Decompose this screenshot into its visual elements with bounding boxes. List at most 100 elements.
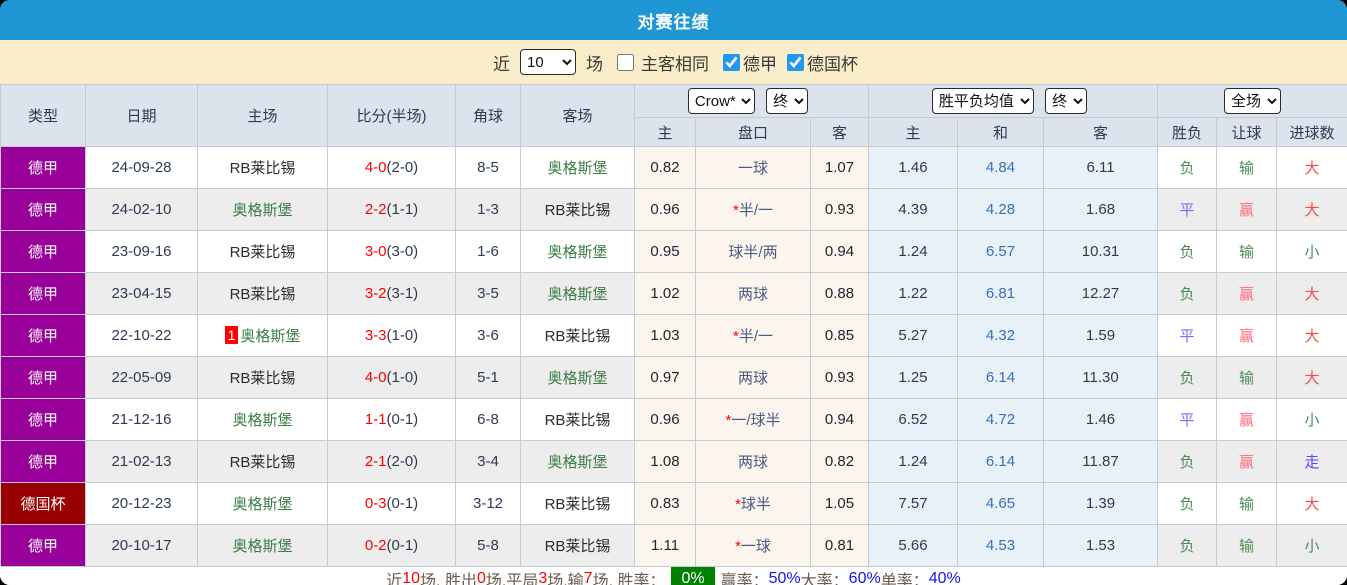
table-row: 德甲 23-09-16 RB莱比锡 3-0(3-0) 1-6 奥格斯堡 0.95… (0, 230, 1347, 273)
summary-footer: 近 10 场, 胜出 0 场,平局 3 场,输 7 场, 胜率： 0% 赢率： 50… (0, 567, 1347, 585)
handicap-line: 球半/两 (695, 230, 811, 273)
away-team: RB莱比锡 (520, 188, 635, 231)
summary-text: 赢率： (720, 573, 769, 585)
col-header-corner: 角球 (455, 84, 521, 147)
odds-home: 0.96 (634, 188, 696, 231)
spread-result-cell: 输 (1216, 230, 1278, 273)
handicap-text: 一球 (740, 538, 771, 555)
score-cell: 2-2(1-1) (327, 188, 456, 231)
fulltime-score: 0-2 (364, 537, 387, 554)
score-cell: 3-0(3-0) (327, 230, 456, 273)
spread-result-cell: 赢 (1216, 272, 1278, 315)
avg-home-odds: 1.24 (868, 440, 959, 483)
sub-header-odds-home: 主 (634, 117, 696, 147)
halftime-score: (3-0) (386, 243, 419, 260)
score-cell: 4-0(2-0) (327, 146, 456, 189)
sub-header-odds-away: 客 (809, 117, 870, 147)
spread-result-cell: 输 (1216, 482, 1278, 525)
goals-result-cell: 大 (1276, 272, 1347, 315)
league-badge: 德国杯 (0, 482, 86, 525)
fulltime-score: 4-0 (364, 159, 387, 176)
match-date: 21-02-13 (85, 440, 198, 483)
col-header-home: 主场 (197, 84, 328, 147)
match-date: 20-10-17 (85, 524, 198, 567)
games-label: 场 (586, 54, 603, 74)
dfb-pokal-checkbox[interactable] (787, 53, 804, 71)
score-cell: 4-0(1-0) (327, 356, 456, 399)
sub-header-avg-home: 主 (868, 117, 959, 147)
avg-home-odds: 7.57 (868, 482, 959, 525)
halftime-score: (2-0) (386, 453, 419, 470)
league-badge: 德甲 (0, 230, 86, 273)
home-team: 1 奥格斯堡 (197, 314, 328, 357)
goals-result-cell: 大 (1276, 188, 1347, 231)
handicap-text: 一/球半 (731, 412, 781, 429)
scope-select[interactable]: 全场 (1224, 88, 1282, 114)
avg-home-odds: 1.24 (868, 230, 959, 273)
home-team-name: RB莱比锡 (229, 244, 296, 261)
corner-score: 6-8 (455, 398, 521, 441)
away-team: 奥格斯堡 (520, 146, 635, 189)
score-cell: 3-3(1-0) (327, 314, 456, 357)
score-cell: 0-2(0-1) (327, 524, 456, 567)
scope-group-header: 全场 (1157, 84, 1347, 118)
away-team: RB莱比锡 (520, 482, 635, 525)
league-badge: 德甲 (0, 398, 86, 441)
away-team: RB莱比锡 (520, 314, 635, 357)
away-team: RB莱比锡 (520, 398, 635, 441)
bookmaker-select[interactable]: Crow* (687, 88, 755, 114)
table-row: 德甲 21-12-16 奥格斯堡 1-1(0-1) 6-8 RB莱比锡 0.96… (0, 398, 1347, 441)
summary-text: 大率： (800, 573, 849, 585)
sub-header-handicap: 盘口 (695, 117, 811, 147)
sub-header-result: 胜负 (1157, 117, 1218, 147)
odds-state-select[interactable]: 终 (766, 88, 809, 114)
avg-state-select[interactable]: 终 (1045, 88, 1088, 114)
fulltime-score: 3-0 (364, 243, 387, 260)
avg-home-odds: 1.46 (868, 146, 959, 189)
result-cell: 负 (1157, 230, 1218, 273)
score-cell: 3-2(3-1) (327, 272, 456, 315)
home-team-name: 奥格斯堡 (232, 412, 293, 429)
same-venue-label: 主客相同 (641, 54, 709, 74)
avg-away-odds: 12.27 (1043, 272, 1159, 315)
avg-draw-odds: 6.14 (957, 440, 1045, 483)
home-team-name: 奥格斯堡 (232, 496, 293, 513)
avg-away-odds: 1.39 (1043, 482, 1159, 525)
goals-result-cell: 小 (1276, 230, 1347, 273)
league-badge: 德甲 (0, 440, 86, 483)
match-date: 21-12-16 (85, 398, 198, 441)
home-team: 奥格斯堡 (197, 398, 328, 441)
summary-text: 场, 胜出 (420, 573, 477, 585)
odds-home: 1.08 (634, 440, 696, 483)
league-badge: 德甲 (0, 188, 86, 231)
summary-text: 60% (848, 570, 881, 585)
avg-away-odds: 11.87 (1043, 440, 1159, 483)
spread-result-cell: 赢 (1216, 314, 1278, 357)
win-rate-badge: 0% (671, 567, 715, 585)
same-venue-checkbox[interactable] (617, 53, 634, 71)
match-count-select[interactable]: 10 (520, 49, 576, 75)
league-badge: 德甲 (0, 524, 86, 567)
odds-home: 1.11 (634, 524, 696, 567)
bundesliga-checkbox[interactable] (723, 53, 740, 71)
handicap-line: 两球 (695, 440, 811, 483)
fulltime-score: 0-3 (364, 495, 387, 512)
home-team: RB莱比锡 (197, 356, 328, 399)
handicap-text: 两球 (737, 454, 768, 471)
filter-bar: 近 10 场 主客相同 德甲 德国杯 (0, 40, 1347, 84)
home-team: RB莱比锡 (197, 440, 328, 483)
match-date: 23-09-16 (85, 230, 198, 273)
avg-type-select[interactable]: 胜平负均值 (931, 88, 1034, 114)
halftime-score: (3-1) (386, 285, 419, 302)
odds-home: 0.82 (634, 146, 696, 189)
avg-draw-odds: 4.28 (957, 188, 1045, 231)
league-badge: 德甲 (0, 356, 86, 399)
summary-text: 场, 胜率： (592, 573, 666, 585)
handicap-text: 半/一 (738, 328, 773, 345)
home-team: RB莱比锡 (197, 272, 328, 315)
league-badge: 德甲 (0, 314, 86, 357)
avg-home-odds: 5.27 (868, 314, 959, 357)
corner-score: 3-5 (455, 272, 521, 315)
rank-badge: 1 (224, 326, 239, 344)
corner-score: 5-1 (455, 356, 521, 399)
